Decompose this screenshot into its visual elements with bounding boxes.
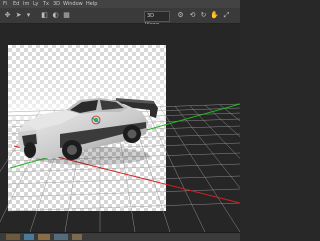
- grid-icon[interactable]: ▦: [62, 11, 71, 20]
- status-thumbnail: [24, 234, 34, 240]
- orbit-icon[interactable]: ⟲: [188, 11, 197, 20]
- 3d-workspace[interactable]: [0, 24, 240, 232]
- light-icon[interactable]: ◐: [51, 11, 60, 20]
- menu-item-layer[interactable]: Ly: [33, 0, 38, 8]
- roll-icon[interactable]: ↻: [199, 11, 208, 20]
- zoom-icon[interactable]: ⤢: [222, 11, 231, 20]
- menu-item-3d[interactable]: 3D: [53, 0, 60, 8]
- camera-icon[interactable]: ◧: [40, 11, 49, 20]
- menu-item-edit[interactable]: Ed: [13, 0, 19, 8]
- settings-icon[interactable]: ⚙: [176, 11, 185, 20]
- move-icon[interactable]: ✥: [3, 11, 12, 20]
- menu-item-text[interactable]: Tx: [43, 0, 49, 8]
- options-bar: ✥ ➤ ▾ ◧ ◐ ▦ 3D Views ⚙ ⟲ ↻ ✋ ⤢: [0, 8, 240, 28]
- pan-icon[interactable]: ✋: [210, 11, 219, 20]
- menu-item-image[interactable]: Im: [23, 0, 29, 8]
- dropdown-icon[interactable]: ▾: [26, 11, 31, 20]
- status-thumbnail: [54, 234, 68, 240]
- menu-item-window[interactable]: Window: [63, 0, 83, 8]
- status-thumbnail: [6, 234, 20, 240]
- 3d-views-select[interactable]: 3D Views: [144, 11, 170, 28]
- status-thumbnail: [38, 234, 50, 240]
- menu-item-file[interactable]: Fi: [3, 0, 7, 8]
- menu-bar: Fi Ed Im Ly Tx 3D Window Help: [0, 0, 240, 8]
- arrow-icon[interactable]: ➤: [14, 11, 23, 20]
- status-thumbnail: [72, 234, 82, 240]
- menu-item-help[interactable]: Help: [86, 0, 97, 8]
- 3d-scene-canvas[interactable]: [0, 24, 240, 232]
